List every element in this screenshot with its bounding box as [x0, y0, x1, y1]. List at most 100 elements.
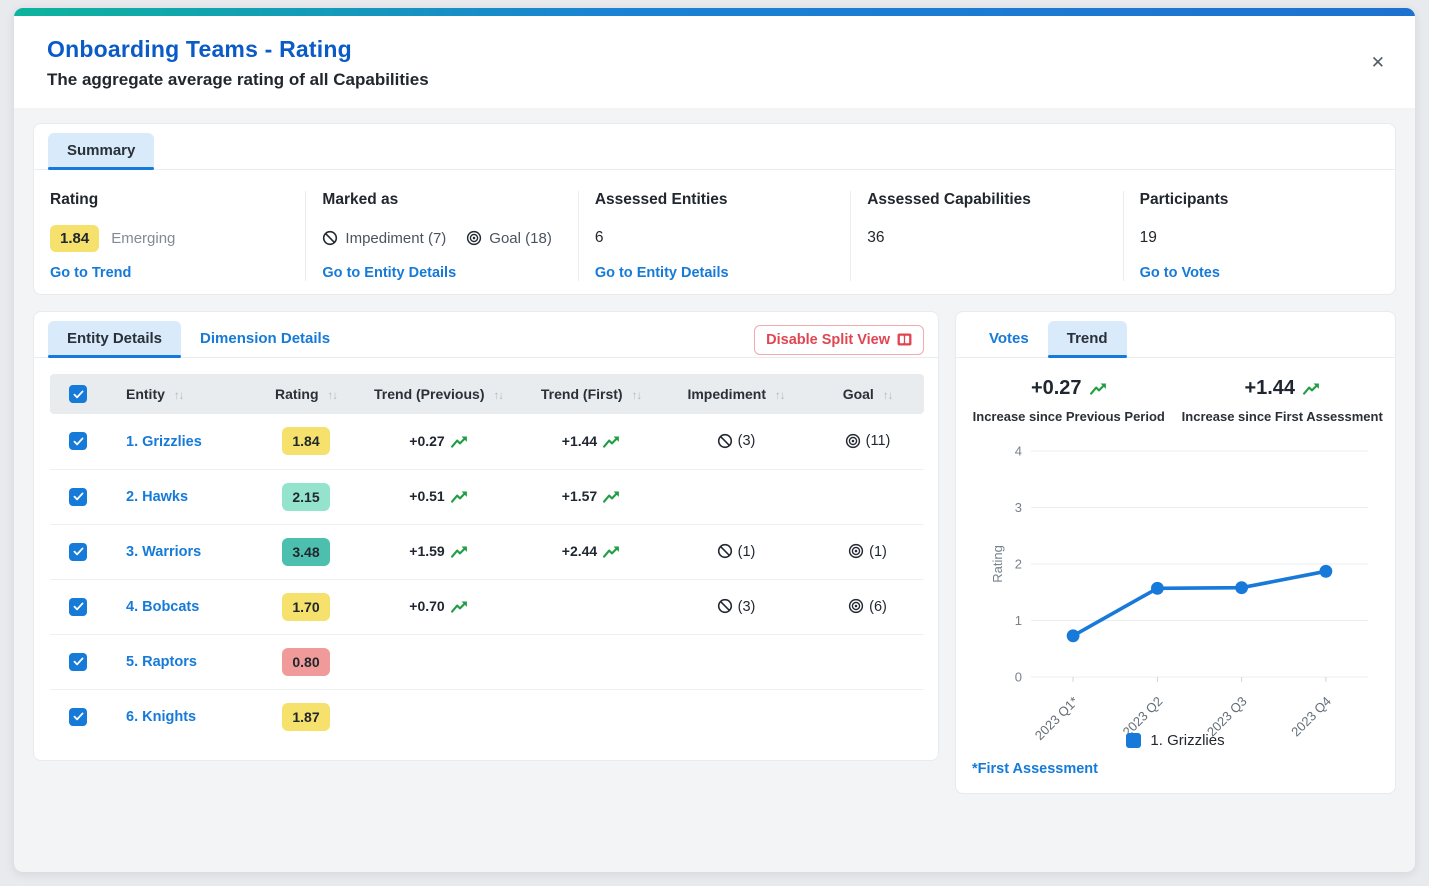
rating-badge: 0.80 — [282, 648, 329, 676]
rating-badge: 1.84 — [282, 427, 329, 455]
column-header-trend-previous: Trend (Previous) — [374, 386, 484, 402]
sort-icon[interactable]: ↑↓ — [493, 390, 503, 402]
go-to-entity-details-link[interactable]: Go to Entity Details — [322, 265, 559, 281]
assessed-capabilities-label: Assessed Capabilities — [867, 191, 1104, 209]
goal-count: (6) — [869, 599, 887, 615]
sort-icon[interactable]: ↑↓ — [632, 390, 642, 402]
svg-text:3: 3 — [1015, 500, 1022, 515]
row-checkbox[interactable] — [69, 488, 87, 506]
tab-votes[interactable]: Votes — [970, 321, 1048, 357]
trend-up-icon — [451, 489, 468, 505]
trend-value: +1.57 — [562, 488, 597, 504]
trend-up-icon — [1090, 377, 1107, 400]
rating-label: Rating — [50, 191, 287, 209]
row-checkbox[interactable] — [69, 598, 87, 616]
sort-icon[interactable]: ↑↓ — [174, 390, 184, 402]
entity-details-card: Entity Details Dimension Details Disable… — [33, 311, 939, 761]
tab-entity-details[interactable]: Entity Details — [48, 321, 181, 357]
first-assessment-note[interactable]: *First Assessment — [956, 749, 1395, 793]
column-header-trend-first: Trend (First) — [541, 386, 623, 402]
row-checkbox[interactable] — [69, 432, 87, 450]
sort-icon[interactable]: ↑↓ — [775, 390, 785, 402]
page-title: Onboarding Teams - Rating — [47, 36, 1382, 63]
summary-tabs: Summary — [34, 124, 1395, 170]
tab-summary[interactable]: Summary — [48, 133, 154, 169]
go-to-trend-link[interactable]: Go to Trend — [50, 265, 287, 281]
impediment-count: (3) — [738, 599, 756, 615]
summary-assessed-entities: Assessed Entities 6 Go to Entity Details — [578, 191, 850, 281]
svg-text:1: 1 — [1015, 613, 1022, 628]
trend-up-icon — [603, 434, 620, 450]
goal-icon — [848, 543, 864, 560]
svg-text:4: 4 — [1015, 444, 1022, 459]
rating-badge: 2.15 — [282, 483, 329, 511]
impediment-count: Impediment (7) — [322, 230, 446, 247]
trend-up-icon — [603, 544, 620, 560]
summary-assessed-capabilities: Assessed Capabilities 36 — [850, 191, 1122, 281]
sort-icon[interactable]: ↑↓ — [328, 390, 338, 402]
tab-trend[interactable]: Trend — [1048, 321, 1127, 357]
table-row: 5. Raptors 0.80 — [50, 634, 924, 689]
row-checkbox[interactable] — [69, 708, 87, 726]
goal-icon — [466, 230, 482, 247]
stat-value: +0.27 — [1031, 377, 1082, 400]
trend-up-icon — [603, 489, 620, 505]
row-checkbox[interactable] — [69, 543, 87, 561]
select-all-checkbox[interactable] — [69, 385, 87, 403]
rating-level: Emerging — [111, 230, 175, 247]
go-to-votes-link[interactable]: Go to Votes — [1140, 265, 1377, 281]
summary-participants: Participants 19 Go to Votes — [1123, 191, 1395, 281]
goal-icon — [845, 433, 861, 450]
entity-table: Entity↑↓ Rating↑↓ Trend (Previous)↑↓ Tre… — [50, 374, 924, 744]
summary-rating: Rating 1.84 Emerging Go to Trend — [34, 191, 305, 281]
entity-link[interactable]: 5. Raptors — [126, 654, 197, 670]
trend-value: +2.44 — [562, 543, 597, 559]
svg-text:0: 0 — [1015, 670, 1022, 685]
trend-chart: 01234Rating2023 Q1*2023 Q22023 Q32023 Q4 — [956, 430, 1395, 730]
trend-up-icon — [1303, 377, 1320, 400]
table-row: 1. Grizzlies1.84+0.27+1.44(3)(11) — [50, 414, 924, 469]
trend-stats: +0.27 Increase since Previous Period +1.… — [956, 358, 1395, 428]
trend-up-icon — [451, 599, 468, 615]
marked-as-label: Marked as — [322, 191, 559, 209]
impediment-icon — [717, 433, 733, 450]
split-view-icon — [897, 332, 912, 348]
entity-link[interactable]: 2. Hawks — [126, 489, 188, 505]
summary-marked-as: Marked as Impediment (7) Goal (18) Go to… — [305, 191, 577, 281]
trend-up-icon — [451, 544, 468, 560]
stat-value: +1.44 — [1244, 377, 1295, 400]
trend-chart-container: 01234Rating2023 Q1*2023 Q22023 Q32023 Q4 — [956, 428, 1395, 730]
assessed-entities-label: Assessed Entities — [595, 191, 832, 209]
participants-value: 19 — [1140, 222, 1377, 254]
table-row: 4. Bobcats 1.70 +0.70 (3) (6) — [50, 579, 924, 634]
close-icon[interactable]: ✕ — [1371, 54, 1385, 71]
entity-link[interactable]: 6. Knights — [126, 709, 196, 725]
impediment-icon — [717, 598, 733, 615]
trend-value: +0.27 — [409, 433, 444, 449]
impediment-icon — [322, 230, 338, 247]
participants-label: Participants — [1140, 191, 1377, 209]
sort-icon[interactable]: ↑↓ — [883, 390, 893, 402]
entity-link[interactable]: 3. Warriors — [126, 544, 201, 560]
stat-caption: Increase since Previous Period — [962, 409, 1176, 424]
stat-caption: Increase since First Assessment — [1176, 409, 1390, 424]
column-header-impediment: Impediment — [687, 386, 766, 402]
disable-split-view-button[interactable]: Disable Split View — [754, 325, 924, 355]
stat-since-first: +1.44 Increase since First Assessment — [1176, 377, 1390, 424]
goal-count: (1) — [869, 544, 887, 560]
details-tabs: Entity Details Dimension Details Disable… — [34, 312, 938, 358]
row-checkbox[interactable] — [69, 653, 87, 671]
trend-value: +0.70 — [409, 598, 444, 614]
impediment-count-label: Impediment (7) — [345, 230, 446, 247]
rating-badge: 1.70 — [282, 593, 329, 621]
goal-count-label: Goal (18) — [489, 230, 552, 247]
table-header-row: Entity↑↓ Rating↑↓ Trend (Previous)↑↓ Tre… — [50, 374, 924, 414]
trend-value: +1.59 — [409, 543, 444, 559]
tab-dimension-details[interactable]: Dimension Details — [181, 321, 349, 357]
entity-link[interactable]: 4. Bobcats — [126, 599, 199, 615]
svg-text:2: 2 — [1015, 557, 1022, 572]
legend-label: 1. Grizzlies — [1150, 732, 1224, 749]
go-to-entity-details-link-2[interactable]: Go to Entity Details — [595, 265, 832, 281]
column-header-entity: Entity — [126, 386, 165, 402]
entity-link[interactable]: 1. Grizzlies — [126, 434, 202, 450]
